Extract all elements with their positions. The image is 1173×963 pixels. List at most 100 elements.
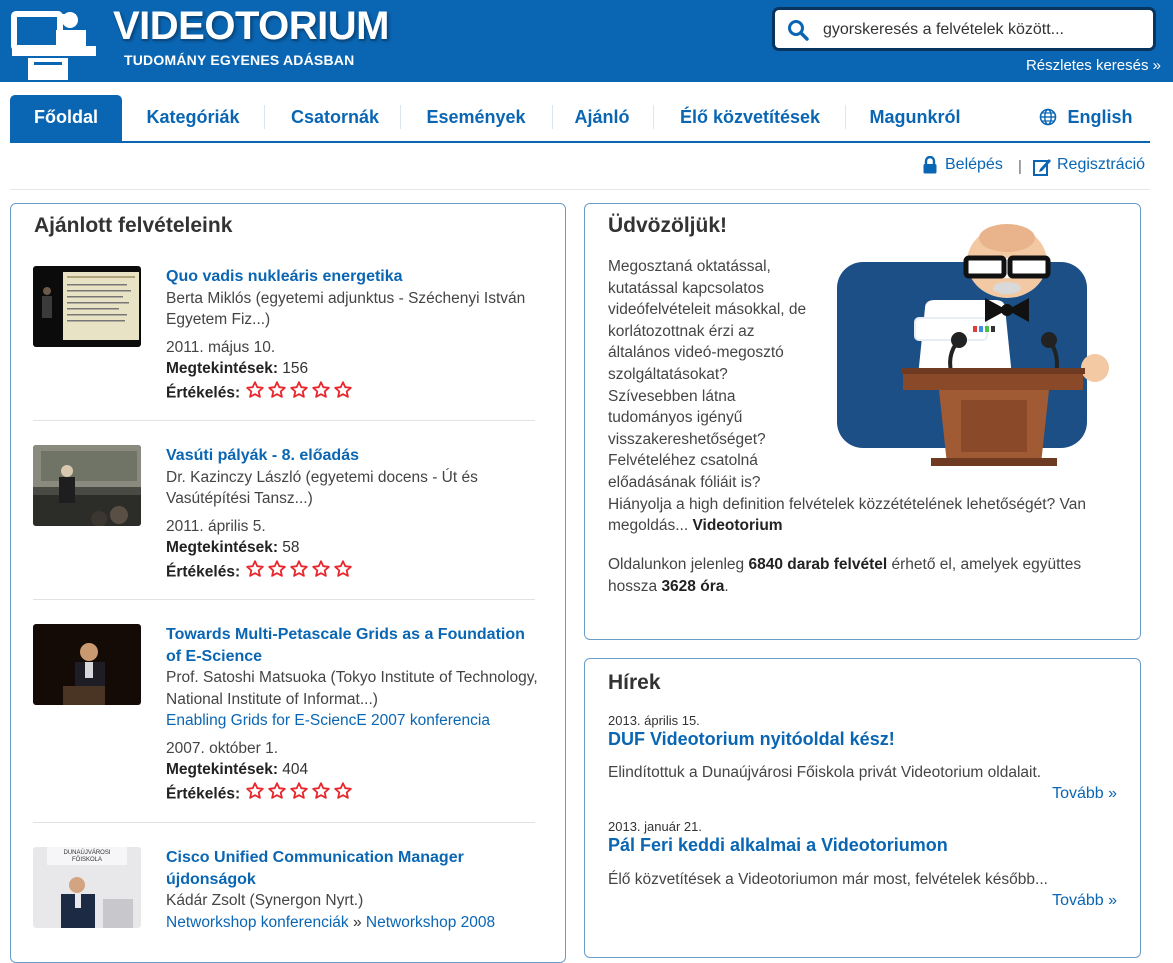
rating-label: Értékelés: [166, 784, 241, 802]
recording-info: Quo vadis nukleáris energetika Berta Mik… [166, 266, 538, 406]
views-label: Megtekintések: [166, 761, 278, 778]
rating-stars-icon[interactable] [244, 559, 356, 586]
welcome-hd-text: Hiányolja a high definition felvételek k… [608, 495, 1086, 535]
professor-mascot-icon [837, 224, 1109, 466]
recording-thumbnail[interactable]: DUNAÚJVÁROSI FŐISKOLA [33, 847, 141, 928]
quick-search [772, 7, 1156, 51]
divider [10, 189, 1150, 190]
news-panel: Hírek 2013. április 15. DUF Videotorium … [584, 658, 1141, 958]
news-date: 2013. április 15. [608, 713, 700, 728]
nav-divider [653, 105, 654, 129]
views-label: Megtekintések: [166, 539, 278, 556]
nav-divider [552, 105, 553, 129]
nav-divider [400, 105, 401, 129]
language-switch[interactable]: English [1024, 95, 1148, 141]
thumbnail-sign-text: FŐISKOLA [72, 856, 102, 863]
tab-live[interactable]: Élő közvetítések [659, 95, 841, 141]
divider [33, 420, 535, 421]
news-summary: Élő közvetítések a Videotoriumon már mos… [608, 871, 1048, 888]
rating-stars-icon[interactable] [244, 781, 356, 808]
conference-link[interactable]: Enabling Grids for E-SciencE 2007 konfer… [166, 712, 490, 729]
search-input[interactable] [821, 16, 1145, 44]
nav-divider [264, 105, 265, 129]
list-item: Towards Multi-Petascale Grids as a Found… [33, 624, 538, 807]
thumbnail-sign-text: DUNAÚJVÁROSI [63, 849, 110, 856]
news-title: Hírek [608, 671, 661, 694]
stats-prefix: Oldalunkon jelenleg [608, 556, 745, 573]
rating-label: Értékelés: [166, 562, 241, 580]
recording-thumbnail[interactable] [33, 624, 141, 705]
news-more-link[interactable]: Tovább » [1052, 892, 1117, 910]
lecturer-icon[interactable] [10, 8, 98, 82]
breadcrumb-separator: » [352, 913, 362, 931]
recording-views: Megtekintések: 58 [166, 537, 538, 559]
main-nav: Főoldal Kategóriák Csatornák Események A… [10, 95, 1150, 143]
list-item: Quo vadis nukleáris energetika Berta Mik… [33, 266, 535, 426]
featured-recordings-panel: Ajánlott felvételeink Quo vadis nukleári… [10, 203, 566, 963]
tab-recommended[interactable]: Ajánló [558, 95, 646, 141]
divider [33, 822, 535, 823]
recording-date: 2007. október 1. [166, 739, 279, 757]
featured-title: Ajánlott felvételeink [34, 214, 233, 237]
tab-categories[interactable]: Kategóriák [128, 95, 258, 141]
recording-info: Vasúti pályák - 8. előadás Dr. Kazinczy … [166, 445, 538, 585]
conference-breadcrumb: Networkshop konferenciák » Networkshop 2… [166, 912, 538, 934]
views-count: 156 [282, 360, 309, 377]
tab-channels[interactable]: Csatornák [270, 95, 400, 141]
recording-title[interactable]: Vasúti pályák - 8. előadás [166, 447, 359, 464]
news-summary: Elindítottuk a Dunaújvárosi Főiskola pri… [608, 764, 1042, 781]
welcome-hd-question: Hiányolja a high definition felvételek k… [608, 494, 1108, 537]
rating-stars-icon[interactable] [244, 380, 356, 407]
globe-icon [1040, 108, 1057, 126]
brand-name: Videotorium [692, 517, 783, 535]
recording-date: 2011. május 10. [166, 338, 276, 356]
search-icon[interactable] [787, 19, 809, 41]
recording-thumbnail[interactable] [33, 266, 141, 347]
language-label: English [1067, 107, 1133, 127]
views-count: 404 [282, 761, 309, 778]
welcome-title: Üdvözöljük! [608, 214, 727, 237]
news-more-link[interactable]: Tovább » [1052, 785, 1117, 803]
lock-icon [923, 156, 937, 174]
account-separator: | [1018, 158, 1022, 175]
recording-author: Berta Miklós (egyetemi adjunktus - Széch… [166, 289, 526, 329]
news-date: 2013. január 21. [608, 819, 702, 834]
divider [33, 599, 535, 600]
recording-thumbnail[interactable] [33, 445, 141, 526]
recording-title[interactable]: Quo vadis nukleáris energetika [166, 268, 403, 285]
edit-icon [1033, 159, 1051, 176]
list-item: Vasúti pályák - 8. előadás Dr. Kazinczy … [33, 445, 535, 605]
logo-title[interactable]: VIDEOTORIUM [113, 4, 390, 49]
welcome-intro: Megosztaná oktatással, kutatással kapcso… [608, 258, 807, 491]
register-link[interactable]: Regisztráció [1057, 156, 1145, 174]
tab-home[interactable]: Főoldal [10, 95, 122, 141]
recording-views: Megtekintések: 404 [166, 759, 538, 781]
tab-about[interactable]: Magunkról [851, 95, 979, 141]
conference-link[interactable]: Networkshop konferenciák [166, 914, 349, 931]
recording-info: Cisco Unified Communication Manager újdo… [166, 847, 538, 933]
logo-subtitle: TUDOMÁNY EGYENES ADÁSBAN [124, 52, 355, 68]
news-headline[interactable]: DUF Videotorium nyitóoldal kész! [608, 729, 895, 750]
news-headline[interactable]: Pál Feri keddi alkalmai a Videotoriumon [608, 835, 948, 856]
recording-views: Megtekintések: 156 [166, 358, 538, 380]
views-count: 58 [282, 539, 300, 556]
list-item: DUNAÚJVÁROSI FŐISKOLA Cisco Unified Comm… [33, 847, 538, 962]
nav-divider [845, 105, 846, 129]
recording-rating: Értékelés: [166, 380, 538, 407]
conference-link[interactable]: Networkshop 2008 [366, 914, 495, 931]
total-hours: 3628 óra [661, 578, 725, 595]
site-header: VIDEOTORIUM TUDOMÁNY EGYENES ADÁSBAN Rés… [0, 0, 1173, 82]
recording-author: Kádár Zsolt (Synergon Nyrt.) [166, 892, 364, 909]
recording-info: Towards Multi-Petascale Grids as a Found… [166, 624, 538, 807]
rating-label: Értékelés: [166, 383, 241, 401]
stats-suffix: . [724, 578, 729, 595]
recording-rating: Értékelés: [166, 781, 538, 808]
login-link[interactable]: Belépés [945, 156, 1003, 174]
recording-author: Prof. Satoshi Matsuoka (Tokyo Institute … [166, 669, 538, 708]
advanced-search-link[interactable]: Részletes keresés » [1026, 57, 1161, 74]
recording-date: 2011. április 5. [166, 517, 266, 535]
tab-events[interactable]: Események [406, 95, 546, 141]
recording-title[interactable]: Towards Multi-Petascale Grids as a Found… [166, 626, 525, 665]
recording-author: Dr. Kazinczy László (egyetemi docens - Ú… [166, 468, 478, 508]
recording-title[interactable]: Cisco Unified Communication Manager újdo… [166, 849, 464, 888]
